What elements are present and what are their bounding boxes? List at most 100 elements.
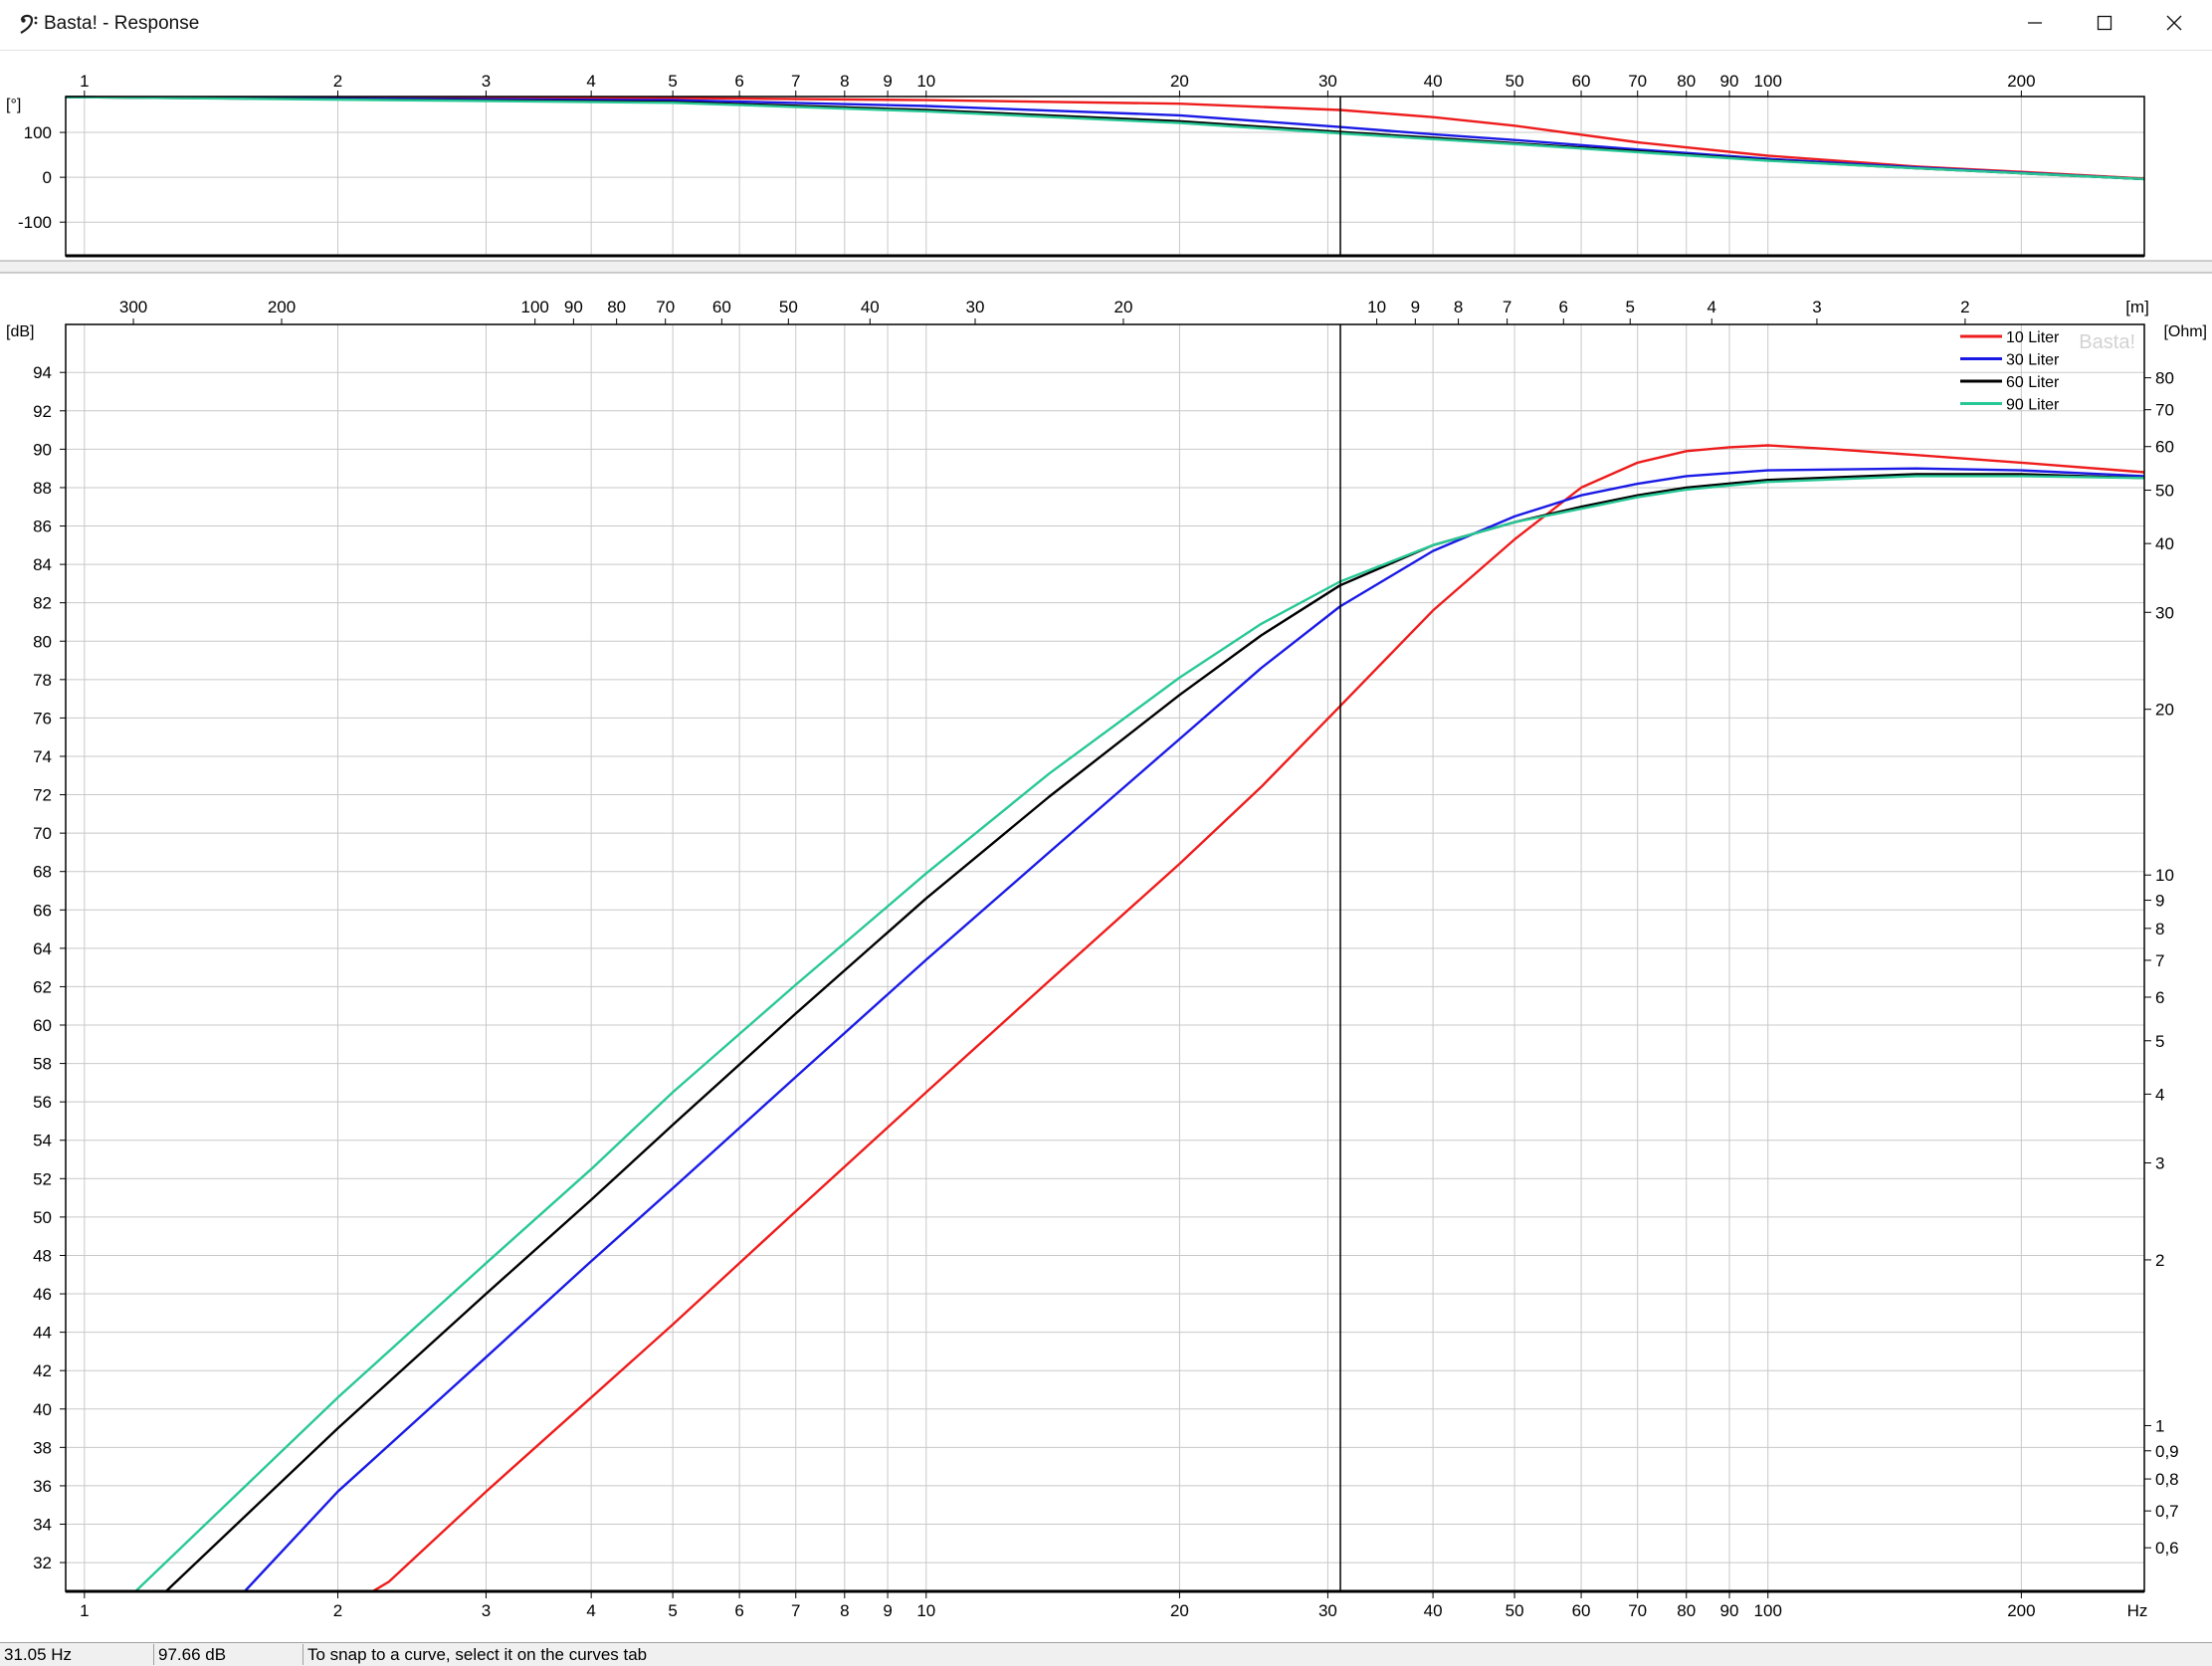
legend: 10 Liter 30 Liter 60 Liter 90 Liter [1960,329,2060,414]
phase-x-tick-label: 8 [840,72,849,91]
response-x-tick-label: 20 [1170,1601,1189,1620]
response-y-tick-label: 82 [33,594,52,613]
phase-x-tick-label: 40 [1424,72,1443,91]
ohm-tick-label: 80 [2155,369,2174,388]
minimize-button[interactable] [2000,0,2070,50]
response-x-tick-label: 10 [916,1601,935,1620]
legend-label: 30 Liter [2006,352,2060,369]
phase-x-tick-label: 50 [1506,72,1524,91]
wavelength-tick-label: 200 [268,298,296,316]
ohm-tick-label: 40 [2155,534,2174,553]
phase-y-axis-label: [°] [6,97,21,113]
response-x-tick-label: 80 [1677,1601,1696,1620]
wavelength-tick-label: 8 [1454,298,1463,316]
ohm-tick-label: 50 [2155,482,2174,501]
close-icon [2166,15,2182,36]
chart-area[interactable]: 1 2 3 4 5 6 7 8 9 10 20 30 40 50 60 70 80 90 100 200 -100 0 10… [0,50,2212,1642]
wavelength-tick-label: 100 [520,298,548,316]
ohm-tick-label: 9 [2155,892,2164,911]
phase-x-tick-label: 10 [916,72,935,91]
response-x-tick-label: 3 [482,1601,491,1620]
response-y-tick-label: 60 [33,1016,52,1035]
response-y-tick-label: 32 [33,1554,52,1572]
response-y-tick-label: 64 [33,939,52,958]
response-y-tick-label: 40 [33,1400,52,1419]
status-level: 97.66 dB [154,1644,303,1665]
wavelength-tick-label: 7 [1503,298,1511,316]
response-x-tick-label: 200 [2007,1601,2035,1620]
wavelength-tick-label: 80 [607,298,626,316]
phase-x-tick-label: 9 [883,72,892,91]
response-y-tick-label: 48 [33,1246,52,1265]
phase-series-30-liter [65,96,2145,181]
status-message: To snap to a curve, select it on the cur… [307,1645,648,1664]
ohm-tick-label: 60 [2155,438,2174,457]
wavelength-tick-label: 90 [564,298,583,316]
ohm-axis-label: [Ohm] [2163,323,2207,340]
response-x-tick-label: 90 [1720,1601,1739,1620]
ohm-tick-label: 7 [2155,951,2164,970]
phase-x-tick-label: 200 [2007,72,2035,91]
phase-x-tick-label: 5 [668,72,677,91]
phase-y-tick-label: 0 [43,168,52,187]
response-window: Basta! - Response 1 2 3 4 5 6 7 8 9 10 20 30 40 50 60 7… [0,0,2212,1666]
ohm-tick-label: 5 [2155,1032,2164,1051]
wavelength-tick-label: 20 [1114,298,1133,316]
response-y-tick-label: 36 [33,1477,52,1496]
response-series-30-liter [66,467,2145,1593]
ohm-tick-label: 70 [2155,401,2174,420]
response-x-tick-label: 5 [668,1601,677,1620]
response-y-tick-label: 72 [33,786,52,805]
response-x-axis-label: Hz [2127,1601,2148,1620]
wavelength-tick-label: 50 [779,298,798,316]
ohm-tick-label: 20 [2155,701,2174,720]
phase-x-tick-label: 1 [80,72,89,91]
response-x-tick-label: 70 [1628,1601,1647,1620]
ohm-tick-label: 0,9 [2155,1442,2179,1461]
maximize-button[interactable] [2070,0,2139,50]
response-y-tick-label: 34 [33,1515,52,1534]
response-y-tick-label: 58 [33,1055,52,1074]
response-y-axis-label: [dB] [6,323,34,340]
phase-x-tick-label: 100 [1754,72,1782,91]
response-x-tick-label: 7 [791,1601,800,1620]
wavelength-tick-label: 30 [966,298,985,316]
status-frequency: 31.05 Hz [0,1644,154,1665]
phase-series-90-liter [65,96,2145,181]
wavelength-tick-label: 3 [1812,298,1821,316]
response-y-tick-label: 74 [33,747,52,766]
title-bar[interactable]: Basta! - Response [0,0,2212,51]
pane-splitter [0,261,2212,273]
response-plot: 1 2 3 4 5 6 7 8 9 10 20 30 40 50 60 70 80 90 100 200 Hz32343… [6,298,2207,1620]
chart-canvas[interactable]: 1 2 3 4 5 6 7 8 9 10 20 30 40 50 60 70 80 90 100 200-100010… [0,50,2212,1642]
response-y-tick-label: 86 [33,518,52,536]
response-x-tick-label: 1 [80,1601,89,1620]
response-y-tick-label: 78 [33,671,52,690]
wavelength-tick-label: 2 [1960,298,1969,316]
response-y-tick-label: 66 [33,901,52,920]
response-x-tick-label: 8 [840,1601,849,1620]
response-y-tick-label: 46 [33,1285,52,1304]
phase-x-tick-label: 90 [1720,72,1739,91]
ohm-tick-label: 1 [2155,1416,2164,1435]
phase-x-tick-label: 3 [482,72,491,91]
wavelength-tick-label: 4 [1708,298,1716,316]
minimize-icon [2027,15,2043,36]
phase-x-tick-label: 80 [1677,72,1696,91]
legend-label: 90 Liter [2006,397,2060,414]
response-y-tick-label: 52 [33,1169,52,1188]
ohm-tick-label: 0,6 [2155,1539,2179,1558]
response-series-60-liter [66,473,2145,1593]
wavelength-tick-label: 300 [119,298,147,316]
wavelength-tick-label: 60 [712,298,731,316]
response-x-tick-label: 50 [1506,1601,1524,1620]
response-x-tick-label: 100 [1754,1601,1782,1620]
ohm-tick-label: 10 [2155,866,2174,885]
ohm-tick-label: 30 [2155,603,2174,622]
response-x-tick-label: 4 [586,1601,595,1620]
wavelength-axis-label: [m] [2125,298,2149,316]
close-button[interactable] [2139,0,2209,50]
phase-x-tick-label: 7 [791,72,800,91]
ohm-tick-label: 2 [2155,1251,2164,1270]
response-y-tick-label: 42 [33,1361,52,1380]
